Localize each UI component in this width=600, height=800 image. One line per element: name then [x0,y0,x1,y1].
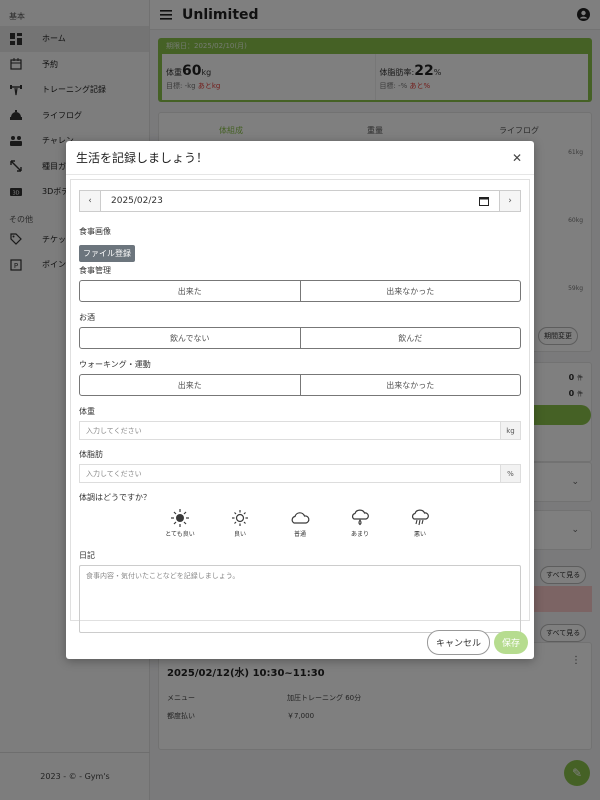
next-date-button[interactable]: › [499,190,521,212]
date-value: 2025/02/23 [111,196,163,206]
modal-body: ‹ 2025/02/23 › 食事画像 ファイル登録 食事管理 出来た 出来なか… [70,179,530,633]
chevron-left-icon: ‹ [88,196,92,206]
condition-label-text: とても良い [165,531,195,538]
weight-unit: kg [501,421,521,440]
meal-management-label: 食事管理 [79,266,111,275]
condition-normal[interactable]: 普通 [283,509,317,538]
meal-not-done-option[interactable]: 出来なかった [300,280,521,302]
body-fat-input[interactable]: 入力してください [79,464,501,483]
prev-date-button[interactable]: ‹ [79,190,101,212]
condition-selector: とても良い 良い 普通 あまり 悪い [79,509,521,538]
weight-input[interactable]: 入力してください [79,421,501,440]
save-button[interactable]: 保存 [493,630,528,654]
alcohol-no-option[interactable]: 飲んでない [79,327,301,349]
walking-done-option[interactable]: 出来た [79,374,301,396]
condition-not-so-good[interactable]: あまり [343,509,377,538]
calendar-icon[interactable] [479,196,489,206]
walking-not-done-option[interactable]: 出来なかった [300,374,521,396]
condition-label-text: あまり [350,531,369,538]
condition-label: 体調はどうですか？ [79,493,151,502]
sun-filled-icon [171,509,189,527]
meal-management-toggle: 出来た 出来なかった [79,280,521,302]
sun-outline-icon [232,510,248,526]
cloud-rain-heavy-icon [411,509,429,526]
alcohol-label: お酒 [79,313,95,322]
date-selector: ‹ 2025/02/23 › [79,190,521,212]
cloud-rain-light-icon [351,509,369,526]
modal-title: 生活を記録しましょう！ [76,151,209,165]
file-upload-button[interactable]: ファイル登録 [79,245,135,262]
meal-done-option[interactable]: 出来た [79,280,301,302]
meal-image-label: 食事画像 [79,227,111,236]
condition-bad[interactable]: 悪い [403,509,437,538]
modal-footer: キャンセル 保存 [66,625,534,659]
condition-good[interactable]: 良い [223,509,257,538]
cancel-button[interactable]: キャンセル [426,629,490,655]
chevron-right-icon: › [508,196,512,206]
alcohol-toggle: 飲んでない 飲んだ [79,327,521,349]
weight-label: 体重 [79,407,95,416]
close-icon[interactable]: ✕ [510,151,524,165]
condition-label-text: 普通 [293,531,306,538]
condition-very-good[interactable]: とても良い [163,509,197,538]
alcohol-yes-option[interactable]: 飲んだ [300,327,521,349]
cloud-icon [291,512,310,524]
condition-label-text: 悪い [413,531,426,538]
walking-toggle: 出来た 出来なかった [79,374,521,396]
date-input[interactable]: 2025/02/23 [101,190,499,212]
life-log-modal: 生活を記録しましょう！ ✕ ‹ 2025/02/23 › 食事画像 ファイル登録… [66,141,534,659]
walking-label: ウォーキング・運動 [79,360,151,369]
diary-label: 日記 [79,551,95,560]
diary-textarea[interactable]: 食事内容・気付いたことなどを記録しましょう。 [79,565,521,633]
body-fat-label: 体脂肪 [79,450,103,459]
condition-label-text: 良い [233,531,246,538]
body-fat-unit: % [501,464,521,483]
